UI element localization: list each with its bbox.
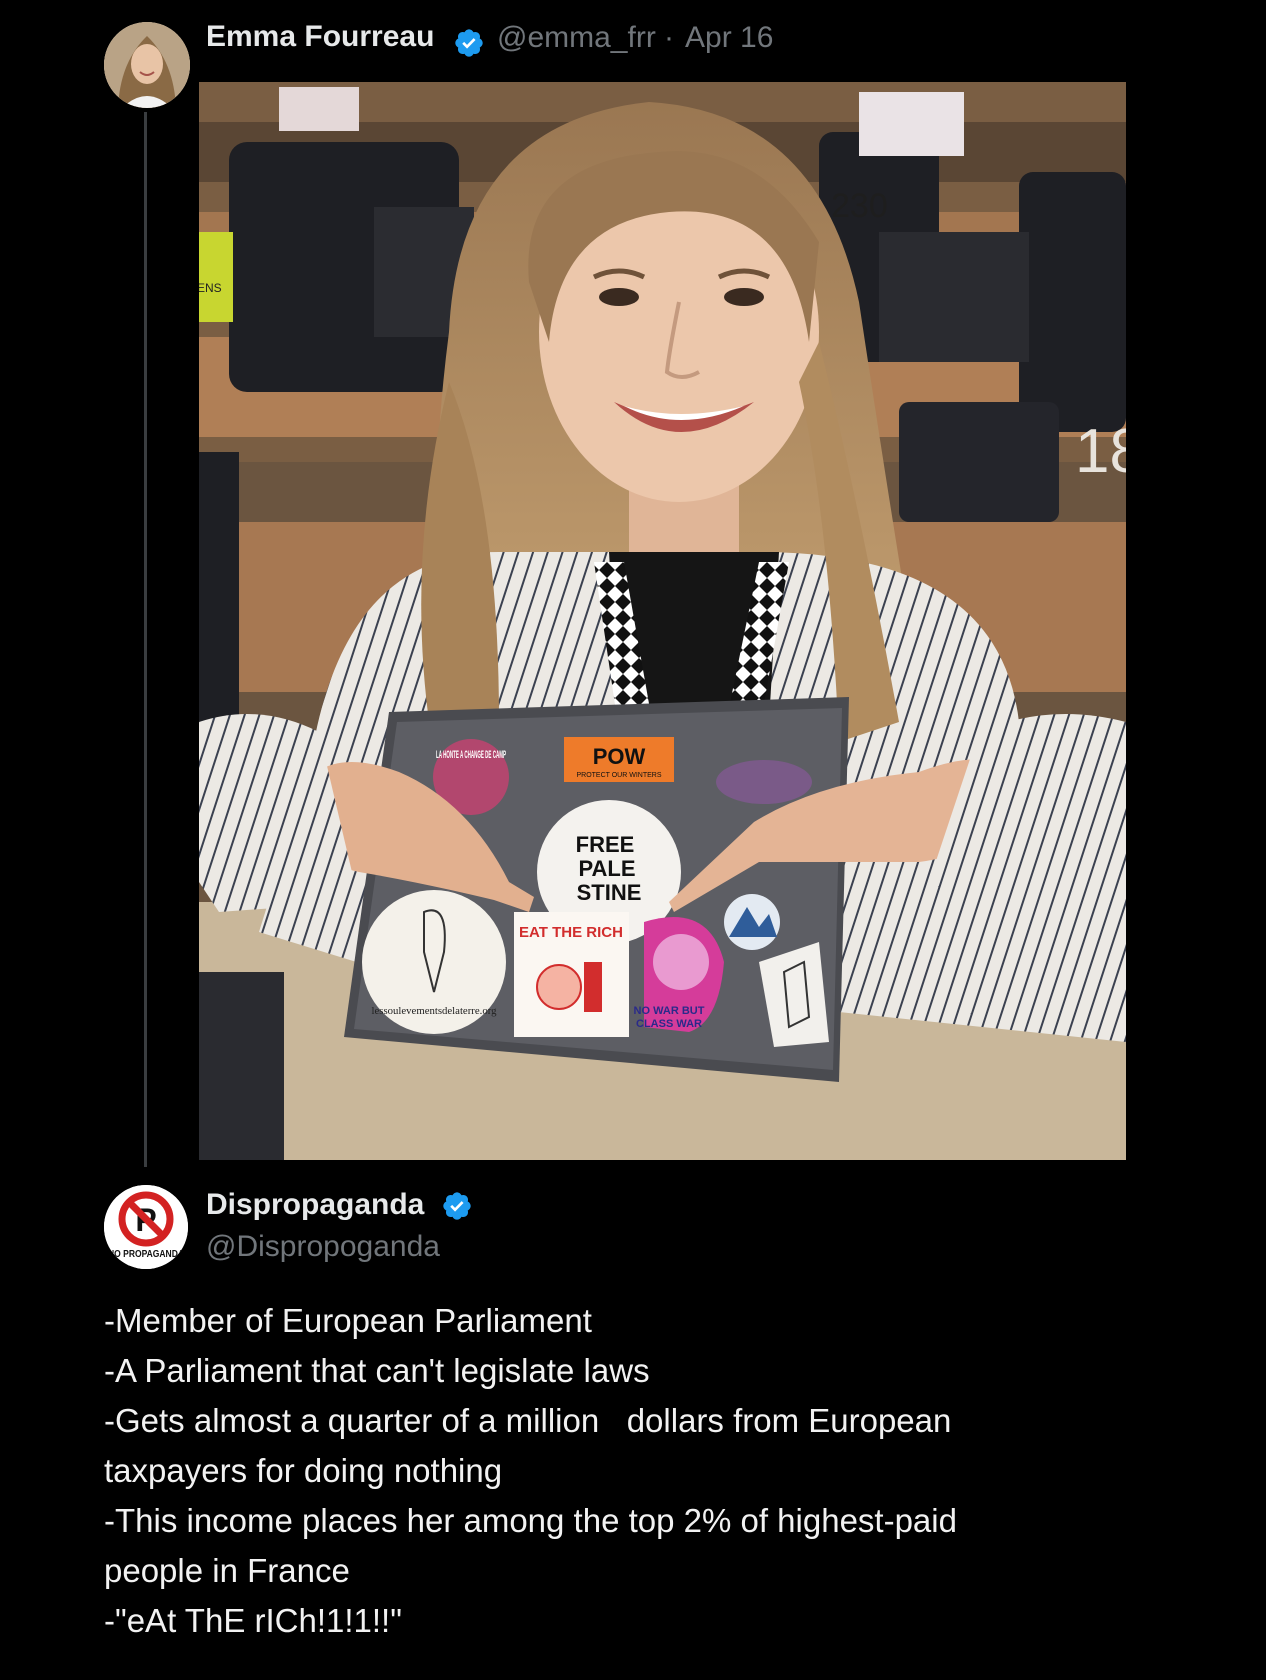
- sticker-free-line3: STINE: [577, 880, 642, 905]
- sticker-honte: LA HONTE A CHANGE DE CAMP: [436, 749, 506, 761]
- text-line: people in France: [104, 1552, 350, 1589]
- avatar-logo-text: NO PROPAGANDA: [108, 1249, 184, 1260]
- sticker-class-war-2: CLASS WAR: [636, 1018, 702, 1030]
- text-line: taxpayers for doing nothing: [104, 1452, 503, 1489]
- sticker-pow: POW: [593, 744, 646, 769]
- seat-number-partial: 18: [1075, 417, 1126, 486]
- quoted-author-name[interactable]: Dispropaganda: [206, 1188, 424, 1222]
- text-line: -Member of European Parliament: [104, 1302, 592, 1339]
- verified-badge-icon: [455, 29, 483, 57]
- quoted-author-avatar[interactable]: P NO PROPAGANDA: [104, 1185, 188, 1269]
- text-line: -This income places her among the top 2%…: [104, 1502, 957, 1539]
- quoted-author-handle[interactable]: @Dispropoganda: [206, 1230, 440, 1264]
- no-propaganda-logo-icon: P NO PROPAGANDA: [104, 1185, 188, 1269]
- sticker-soulevements: lessoulevementsdelaterre.org: [372, 1006, 497, 1017]
- photo-illustration: ENS 230 18: [199, 82, 1126, 1160]
- sticker-class-war-1: NO WAR BUT: [634, 1005, 705, 1017]
- text-line: -Gets almost a quarter of a million doll…: [104, 1402, 952, 1439]
- text-line: -"eAt ThE rICh!1!1!!": [104, 1602, 402, 1639]
- verified-badge-icon: [443, 1192, 471, 1220]
- sticker-pow-sub: PROTECT OUR WINTERS: [576, 772, 661, 779]
- post-date[interactable]: Apr 16: [685, 21, 773, 55]
- thread-line: [144, 112, 147, 1167]
- post-media-photo[interactable]: ENS 230 18: [199, 82, 1126, 1160]
- quoted-post-text: -Member of European Parliament -A Parlia…: [104, 1296, 1164, 1646]
- text-line: -A Parliament that can't legislate laws: [104, 1352, 650, 1389]
- avatar-portrait-icon: [104, 22, 190, 108]
- sticker-free-line2: PALE: [578, 856, 635, 881]
- sticker-free-line1: FREE: [576, 832, 635, 857]
- separator: ·: [664, 21, 674, 54]
- seat-number: 230: [831, 187, 888, 225]
- author-handle[interactable]: @emma_frr: [497, 21, 656, 55]
- sticker-eat-the-rich: EAT THE RICH: [519, 924, 623, 941]
- desk-label: ENS: [199, 281, 222, 295]
- author-avatar[interactable]: [104, 22, 190, 108]
- author-name[interactable]: Emma Fourreau: [206, 20, 434, 54]
